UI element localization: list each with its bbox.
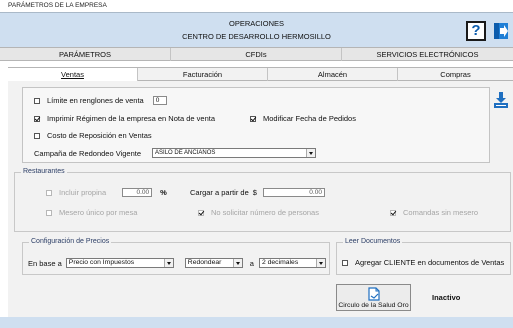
header: OPERACIONES CENTRO DE DESARROLLO HERMOSI… [0,12,513,47]
main-tabs: PARÁMETROS CFDIs SERVICIOS ELECTRÓNICOS [0,47,513,61]
document-icon [368,287,380,301]
centro-title: CENTRO DE DESARROLLO HERMOSILLO [182,32,331,41]
modificar-label: Modificar Fecha de Pedidos [263,114,356,123]
status-label: Inactivo [432,293,461,302]
limite-row: Límite en renglones de venta 0 [34,96,167,105]
imprimir-checkbox[interactable] [34,115,40,122]
a-label: a [249,258,254,268]
sub-tabs: Ventas Facturación Almacén Compras [8,67,513,81]
tab-facturacion[interactable]: Facturación [138,68,268,81]
percent-label: % [160,188,167,197]
mesero-label: Mesero único por mesa [59,208,138,217]
base-select[interactable]: Precio con Impuestos [65,258,174,268]
precios-row: En base a Precio con Impuestos Redondear… [28,258,326,268]
tab-compras[interactable]: Compras [398,68,513,81]
currency-label: $ [252,188,257,197]
no-solicitar-row: No solicitar número de personas [198,208,319,217]
campana-select[interactable]: ASILO DE ANCIANOS [152,148,317,158]
chevron-down-icon [163,259,173,267]
comandas-label: Comandas sin mesero [403,208,479,217]
en-base-label: En base a [28,258,62,268]
cargar-label: Cargar a partir de [190,188,249,197]
imprimir-label: Imprimir Régimen de la empresa en Nota d… [47,114,215,123]
status-bar [0,317,513,328]
exit-button[interactable] [494,23,508,39]
agregar-label: Agregar CLIENTE en documentos de Ventas [355,258,505,267]
chevron-down-icon [232,259,242,267]
download-button[interactable] [494,92,508,108]
download-icon [494,92,508,108]
mesero-checkbox[interactable] [46,209,52,216]
modificar-row: Modificar Fecha de Pedidos [250,114,356,123]
mesero-row: Mesero único por mesa [46,208,137,217]
redondear-select[interactable]: Redondear [184,258,243,268]
help-button[interactable]: ? [466,21,486,41]
no-solicitar-label: No solicitar número de personas [211,208,319,217]
costo-checkbox[interactable] [34,132,40,139]
restaurantes-legend: Restaurantes [21,168,67,175]
exit-icon [494,23,508,39]
cargar-row: Cargar a partir de $ 0.00 [190,188,325,197]
precios-legend: Configuración de Precios [29,238,112,245]
decimales-select[interactable]: 2 decimales [258,258,326,268]
modificar-checkbox[interactable] [250,115,256,122]
imprimir-row: Imprimir Régimen de la empresa en Nota d… [34,114,215,123]
limite-label: Límite en renglones de venta [47,96,144,105]
propina-input[interactable]: 0.00 [122,188,153,197]
campana-label: Campaña de Redondeo Vigente [34,148,142,158]
cargar-input[interactable]: 0.00 [262,188,325,197]
incluir-row: Incluir propina 0.00 % [46,188,167,197]
chevron-down-icon [306,149,316,157]
incluir-label: Incluir propina [59,188,107,197]
campana-row: Campaña de Redondeo Vigente ASILO DE ANC… [34,148,317,158]
restaurantes-group: Restaurantes [14,168,511,232]
chevron-down-icon [315,259,325,267]
documentos-legend: Leer Documentos [343,238,403,245]
tab-cfdis[interactable]: CFDIs [171,48,342,61]
comandas-row: Comandas sin mesero [390,208,478,217]
comandas-checkbox[interactable] [390,209,396,216]
costo-row: Costo de Reposición en Ventas [34,131,152,140]
tab-servicios-electronicos[interactable]: SERVICIOS ELECTRÓNICOS [342,48,513,61]
window-title: PARÁMETROS DE LA EMPRESA [0,0,513,12]
tab-parametros[interactable]: PARÁMETROS [0,48,171,61]
limite-input[interactable]: 0 [152,96,167,105]
tab-ventas[interactable]: Ventas [8,68,138,81]
circulo-label: Circulo de la Salud Oro [338,302,409,309]
incluir-checkbox[interactable] [46,189,52,196]
limite-checkbox[interactable] [34,97,40,104]
tab-almacen[interactable]: Almacén [268,68,398,81]
agregar-row: Agregar CLIENTE en documentos de Ventas [342,258,504,267]
agregar-checkbox[interactable] [342,259,348,266]
costo-label: Costo de Reposición en Ventas [47,131,152,140]
circulo-salud-button[interactable]: Circulo de la Salud Oro [336,284,411,311]
operacion-title: OPERACIONES [228,19,284,28]
no-solicitar-checkbox[interactable] [198,209,204,216]
